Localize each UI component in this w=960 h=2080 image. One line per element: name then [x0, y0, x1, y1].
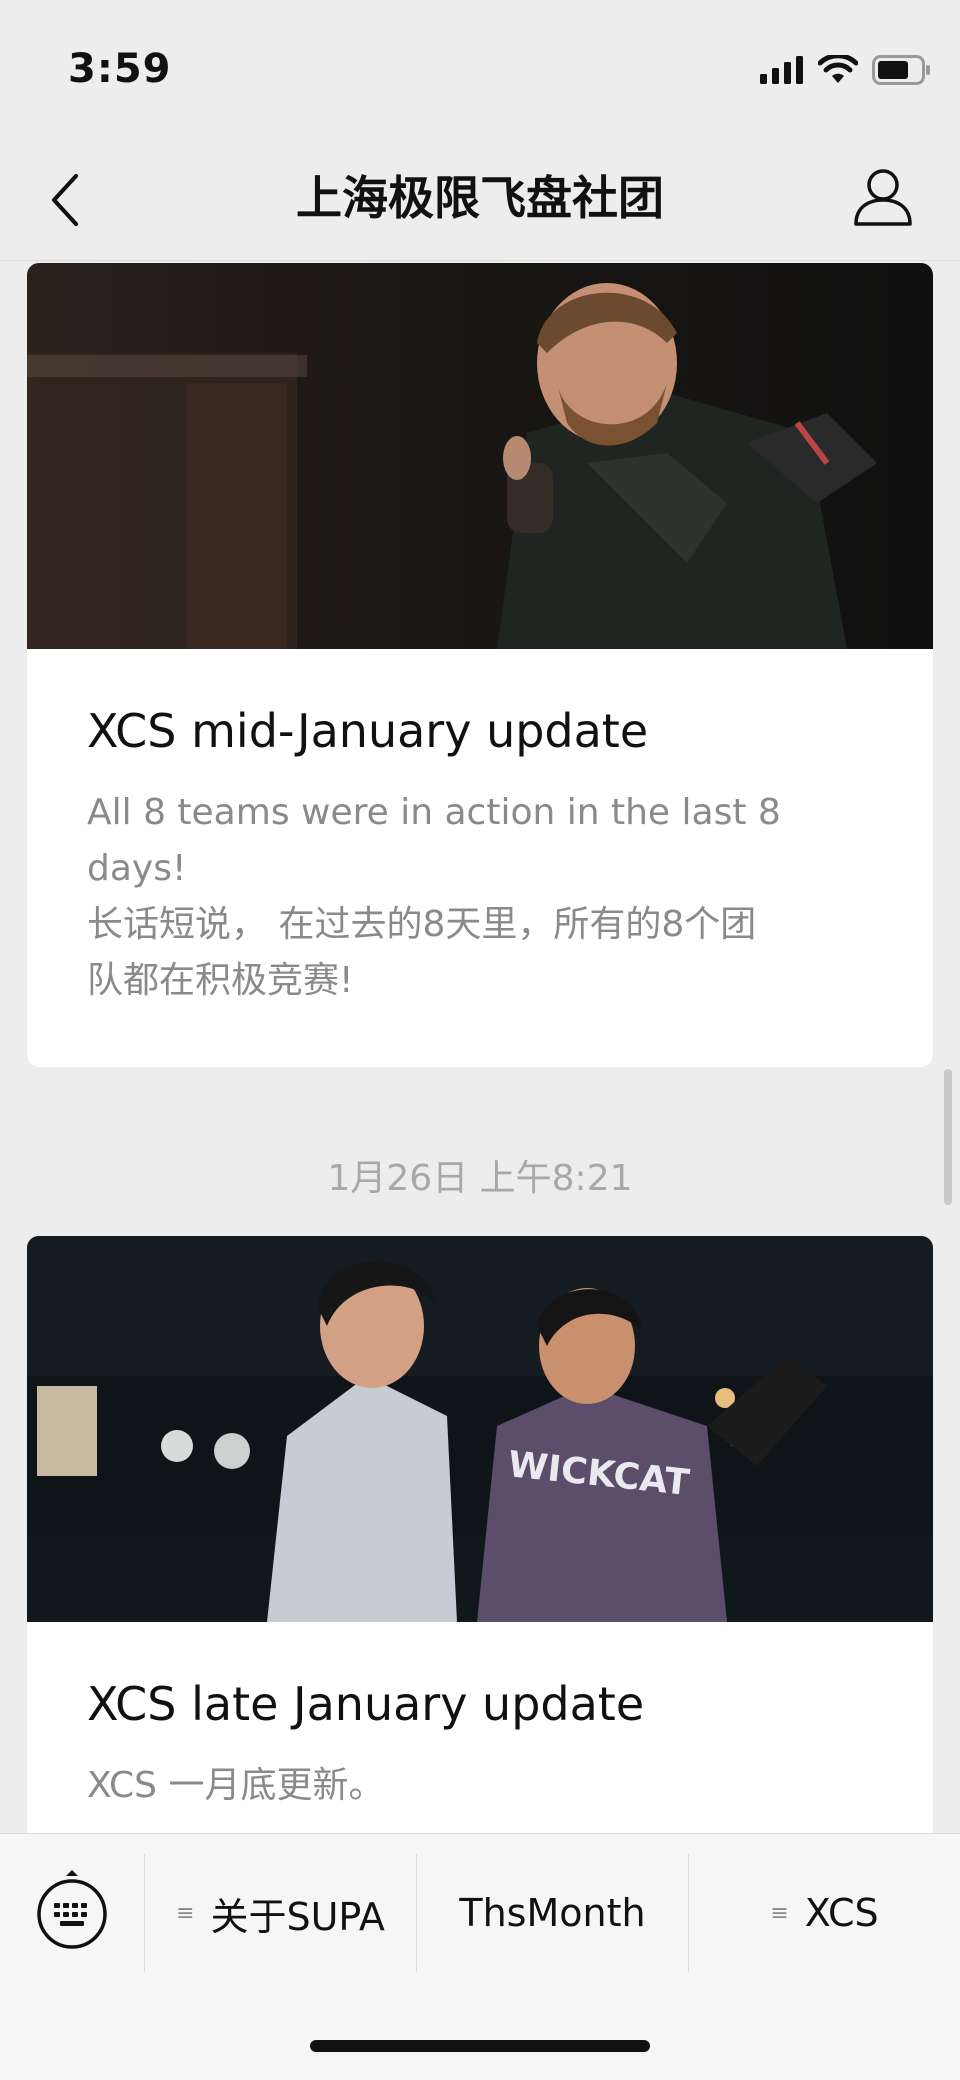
- message-timestamp: 1月26日 上午8:21: [327, 1158, 633, 1199]
- menu-item-label: ThsMonth: [459, 1891, 646, 1935]
- menu-item-xcs[interactable]: ≡ XCS: [689, 1854, 960, 1972]
- nav-bar: 上海极限飞盘社团: [0, 132, 960, 261]
- profile-button[interactable]: [852, 166, 914, 228]
- wifi-icon: [818, 55, 858, 83]
- battery-icon: [872, 55, 930, 85]
- keyboard-icon: [37, 1870, 107, 1949]
- status-time: 3:59: [68, 46, 172, 92]
- keyboard-toggle-button[interactable]: [36, 1870, 108, 1950]
- menu-item-thsmonth[interactable]: ThsMonth: [417, 1854, 688, 1972]
- summary-line: days!: [87, 848, 187, 889]
- scrollbar[interactable]: [944, 1069, 952, 1205]
- article-cover-image[interactable]: WICKCAT: [27, 1236, 933, 1622]
- article-cover-image[interactable]: [27, 263, 933, 649]
- submenu-icon: ≡: [770, 1900, 789, 1926]
- summary-line: 队都在积极竞赛!: [87, 960, 354, 1001]
- article-title: XCS mid-January update: [87, 704, 649, 758]
- summary-line: XCS 一月底更新。: [87, 1765, 385, 1806]
- status-bar: 3:59: [0, 0, 960, 132]
- article-card[interactable]: WICKCAT XCS late January update XCS 一月底更…: [27, 1236, 933, 1833]
- menu-item-label: 关于SUPA: [210, 1894, 385, 1939]
- summary-line: All 8 teams were in action in the last 8: [87, 792, 781, 833]
- article-summary: All 8 teams were in action in the last 8…: [87, 785, 873, 1009]
- person-icon: [854, 169, 912, 226]
- signal-icon: [760, 56, 803, 84]
- menu-item-about-supa[interactable]: ≡ 关于SUPA: [145, 1854, 416, 1972]
- article-feed[interactable]: XCS mid-January update All 8 teams were …: [0, 261, 960, 1833]
- submenu-icon: ≡: [176, 1900, 195, 1926]
- status-icons: [760, 54, 932, 86]
- menu-item-label: XCS: [804, 1891, 879, 1935]
- article-card[interactable]: XCS mid-January update All 8 teams were …: [27, 263, 933, 1067]
- home-indicator[interactable]: [310, 2040, 650, 2052]
- summary-line: 长话短说， 在过去的8天里，所有的8个团: [87, 904, 757, 945]
- page-title: 上海极限飞盘社团: [296, 171, 664, 225]
- article-summary: XCS 一月底更新。: [87, 1758, 873, 1814]
- article-title: XCS late January update: [87, 1677, 645, 1731]
